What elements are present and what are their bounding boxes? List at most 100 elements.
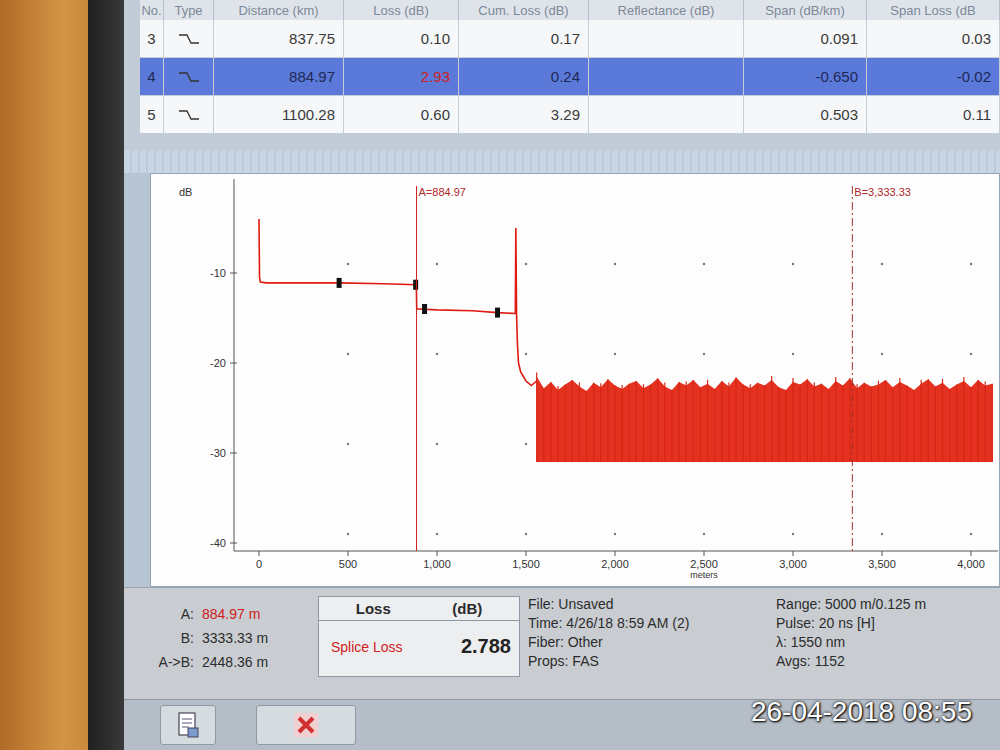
column-header[interactable]: Type (164, 0, 214, 20)
noise-spike (921, 380, 922, 462)
cursor-marker[interactable]: A=884.97 (417, 186, 466, 551)
noise-spike (686, 382, 687, 463)
svg-text:2,500: 2,500 (690, 558, 718, 570)
readout-label: A->B: (150, 654, 202, 670)
grid-dot (703, 533, 705, 535)
row-cum-loss[interactable]: 0.17 (459, 20, 589, 58)
info-panel: A:884.97 mB:3333.33 mA->B:2448.36 mLoss(… (124, 587, 1000, 699)
row-reflectance[interactable] (589, 20, 744, 58)
trace-line (259, 219, 537, 386)
loss-header: Loss(dB) (319, 597, 519, 621)
noise-spike (557, 386, 558, 462)
noise-spike (629, 384, 630, 462)
y-tick: -20 (210, 357, 237, 369)
row-span[interactable]: 0.091 (744, 20, 867, 58)
noise-spike (835, 377, 836, 462)
column-header[interactable]: Cum. Loss (dB) (459, 0, 589, 20)
readout-value: 884.97 m (202, 606, 310, 622)
svg-text:2,000: 2,000 (601, 558, 629, 570)
row-type[interactable] (164, 20, 214, 58)
noise-spike (814, 383, 815, 463)
column-header[interactable]: No. (140, 0, 164, 20)
noise-spike (856, 385, 857, 463)
grid-dot (970, 353, 972, 355)
grid-dot (614, 533, 616, 535)
column-header[interactable]: Loss (dB) (344, 0, 459, 20)
grid-dot (792, 353, 794, 355)
row-distance[interactable]: 1100.28 (214, 96, 344, 134)
column-header[interactable]: Reflectance (dB) (589, 0, 744, 20)
otdr-screen: No.TypeDistance (km)Loss (dB)Cum. Loss (… (124, 0, 1000, 750)
row-cum-loss[interactable]: 0.24 (459, 58, 589, 96)
row-number[interactable]: 5 (140, 96, 164, 134)
step-down-icon (178, 32, 200, 46)
noise-floor (537, 377, 993, 463)
event-mark[interactable] (337, 278, 342, 288)
noise-spike (963, 377, 964, 462)
chart-frame: dB-10-20-30-4005001,0001,5002,0002,5003,… (124, 173, 1000, 587)
column-header[interactable]: Span Loss (dB (867, 0, 1000, 20)
row-cum-loss[interactable]: 3.29 (459, 96, 589, 134)
grid-dot (614, 353, 616, 355)
event-mark[interactable] (495, 308, 500, 318)
y-axis (234, 179, 235, 551)
row-loss[interactable]: 0.60 (344, 96, 459, 134)
grid-dot (881, 533, 883, 535)
noise-spike (565, 385, 566, 462)
row-distance[interactable]: 837.75 (214, 20, 344, 58)
grid-dot (347, 353, 349, 355)
svg-text:500: 500 (339, 558, 357, 570)
noise-spike (664, 383, 665, 463)
event-mark[interactable] (413, 280, 418, 290)
close-icon (291, 710, 321, 740)
x-tick: 1,000 (423, 551, 451, 570)
row-type[interactable] (164, 58, 214, 96)
svg-text:-10: -10 (210, 267, 226, 279)
report-button[interactable] (160, 705, 216, 745)
row-span[interactable]: -0.650 (744, 58, 867, 96)
noise-spike (572, 381, 573, 463)
file-info: File: UnsavedTime: 4/26/18 8:59 AM (2)Fi… (528, 596, 768, 699)
x-tick: 3,000 (779, 551, 807, 570)
svg-text:1,000: 1,000 (423, 558, 451, 570)
row-distance[interactable]: 884.97 (214, 58, 344, 96)
noise-spike (536, 373, 537, 463)
row-loss[interactable]: 0.10 (344, 20, 459, 58)
row-type[interactable] (164, 96, 214, 134)
delete-button[interactable] (256, 705, 356, 745)
column-header[interactable]: Span (dB/km) (744, 0, 867, 20)
x-tick: 0 (256, 551, 262, 570)
noise-spike (807, 380, 808, 463)
cursor-marker[interactable]: B=3,333.33 (852, 186, 911, 551)
report-icon (174, 710, 202, 740)
noise-spike (543, 389, 544, 463)
otdr-trace-chart[interactable]: dB-10-20-30-4005001,0001,5002,0002,5003,… (151, 174, 998, 586)
row-span[interactable]: 0.503 (744, 96, 867, 134)
grid-dot (792, 263, 794, 265)
row-reflectance[interactable] (589, 96, 744, 134)
splitter[interactable] (124, 150, 1000, 174)
noise-spike (650, 385, 651, 462)
photo: No.TypeDistance (km)Loss (dB)Cum. Loss (… (0, 0, 1000, 750)
loss-body: Splice Loss2.788 (319, 621, 519, 676)
acquisition-line: Pulse: 20 ns [H] (776, 615, 976, 631)
noise-spike (949, 390, 950, 463)
row-number[interactable]: 3 (140, 20, 164, 58)
row-span-loss[interactable]: 0.03 (867, 20, 1000, 58)
noise-spike (636, 381, 637, 462)
svg-text:B=3,333.33: B=3,333.33 (854, 186, 911, 198)
row-span-loss[interactable]: -0.02 (867, 58, 1000, 96)
row-reflectance[interactable] (589, 58, 744, 96)
readout-label: B: (150, 630, 202, 646)
event-mark[interactable] (422, 304, 427, 314)
acquisition-info: Range: 5000 m/0.125 mPulse: 20 ns [H]λ: … (776, 596, 976, 699)
column-header[interactable]: Distance (km) (214, 0, 344, 20)
loss-box: Loss(dB)Splice Loss2.788 (318, 596, 520, 677)
row-loss[interactable]: 2.93 (344, 58, 459, 96)
noise-spike (970, 388, 971, 463)
row-number[interactable]: 4 (140, 58, 164, 96)
row-span-loss[interactable]: 0.11 (867, 96, 1000, 134)
noise-spike (550, 382, 551, 462)
noise-spike (764, 386, 765, 463)
noise-spike (978, 381, 979, 463)
